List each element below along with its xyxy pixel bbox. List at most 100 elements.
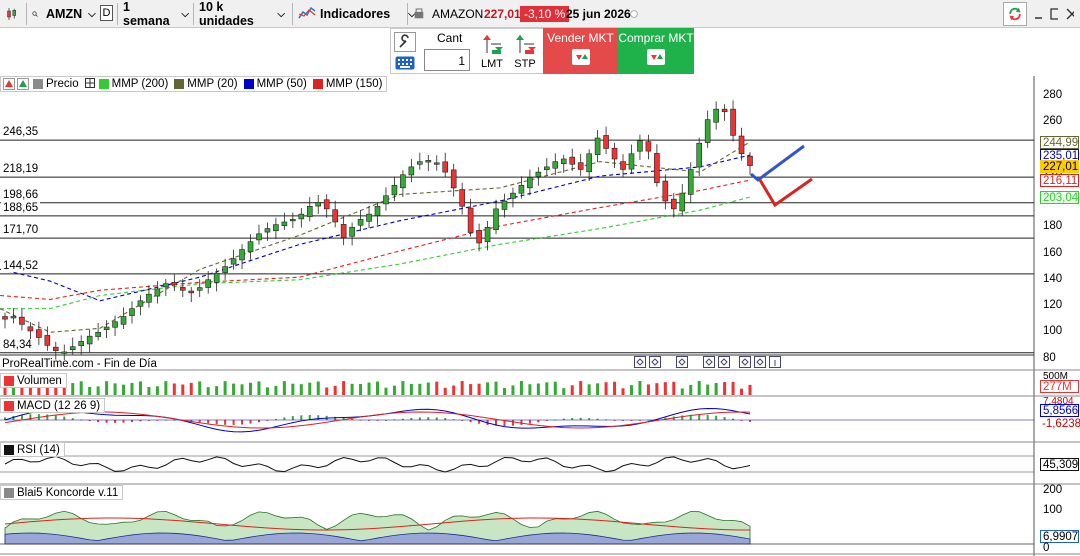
price-tag: 244,99	[1040, 135, 1079, 149]
volume-bar	[680, 388, 684, 395]
candle-body	[137, 300, 144, 307]
panel-icon[interactable]	[676, 356, 688, 371]
candle-body	[637, 140, 643, 152]
units-selector[interactable]: 10 k unidades ⌵	[195, 0, 289, 28]
koncorde-tick-100: 100	[1043, 504, 1063, 516]
indicators-button[interactable]: Indicadores ⌵	[294, 3, 416, 25]
close-icon[interactable]	[1062, 3, 1078, 25]
mmp20-swatch	[174, 79, 185, 89]
sell-market-button[interactable]: Vender MKT	[543, 28, 618, 74]
candle-body	[374, 205, 381, 216]
candle-body	[61, 351, 68, 354]
volume-bar	[740, 388, 744, 395]
candle-body	[213, 272, 220, 283]
lmt-order-button[interactable]: LMT	[479, 33, 507, 73]
alert-icon[interactable]	[410, 3, 428, 25]
level-label: 84,34	[1, 338, 34, 351]
settings-icon[interactable]	[17, 78, 29, 90]
candlestick-type-icon[interactable]	[2, 3, 22, 25]
koncorde-swatch	[4, 487, 14, 498]
candle-body	[425, 160, 432, 163]
timeframe-selector[interactable]: 1 semana ⌵	[119, 0, 193, 28]
buy-icon	[647, 49, 665, 65]
macd-histogram-bar	[418, 417, 421, 420]
candle-body	[510, 192, 516, 199]
keyboard-icon[interactable]	[394, 54, 416, 71]
instrument-name: AMAZON	[432, 7, 484, 21]
symbol-selector[interactable]: AMZN ⌵	[42, 3, 97, 25]
volume-bar	[689, 385, 693, 395]
lmt-label: LMT	[481, 58, 503, 70]
macd-histogram-bar	[571, 417, 574, 420]
candle-body	[552, 161, 559, 169]
refresh-icon[interactable]	[1003, 2, 1027, 26]
koncorde-tick-0: 0	[1043, 542, 1050, 554]
candle-body	[459, 189, 465, 207]
buy-market-button[interactable]: Comprar MKT	[618, 28, 694, 74]
macd-label: MACD (12 26 9)	[17, 399, 101, 412]
candle-body	[654, 153, 660, 183]
panel-toolbar	[634, 356, 781, 371]
volume-bar	[79, 381, 83, 395]
volume-bar	[249, 382, 253, 395]
panel-icon[interactable]	[649, 356, 661, 371]
grid-icon[interactable]	[84, 77, 95, 91]
candle-body	[493, 208, 499, 231]
volume-bar	[223, 381, 227, 395]
forecast-arrows	[750, 144, 813, 208]
mmp200-swatch	[98, 79, 109, 89]
radio-toggle[interactable]	[626, 3, 642, 25]
macd-histogram-bar	[232, 420, 235, 425]
mmp150-swatch	[312, 79, 323, 89]
search-icon[interactable]	[28, 3, 42, 25]
mmp50-label: MMP (50)	[256, 78, 307, 90]
lmt-icon	[483, 35, 503, 54]
y-axis-tick: 280	[1043, 89, 1063, 101]
koncorde-tick-200: 200	[1043, 484, 1063, 496]
volume-bar	[460, 381, 464, 395]
panel-icon[interactable]	[754, 356, 766, 371]
order-settings-icon[interactable]	[394, 32, 416, 52]
panel-icon[interactable]	[739, 356, 751, 371]
candle-body	[349, 226, 355, 237]
volume-bar	[113, 383, 117, 395]
candle-body	[738, 135, 745, 155]
symbol-label: AMZN	[46, 7, 83, 21]
volume-bar	[545, 382, 549, 395]
candle-body	[611, 147, 618, 160]
daily-toggle-button[interactable]: D	[100, 5, 113, 21]
volume-bar	[435, 381, 439, 395]
volume-bar	[672, 381, 676, 395]
macd-histogram-bar	[435, 417, 438, 420]
volume-bar	[553, 381, 557, 395]
price-chart[interactable]	[0, 76, 1080, 556]
minimize-icon[interactable]	[1030, 3, 1046, 25]
candle-body	[171, 281, 178, 286]
candle-body	[146, 293, 152, 303]
panel-icon[interactable]	[634, 356, 646, 371]
candle-body	[2, 316, 8, 320]
volume-bar	[291, 383, 295, 395]
sma150-line	[0, 179, 751, 300]
macd-histogram-bar	[215, 420, 218, 425]
maximize-icon[interactable]	[1046, 3, 1062, 25]
stp-order-button[interactable]: STP	[512, 33, 540, 73]
price-tag: 216,11	[1040, 173, 1079, 187]
delete-icon[interactable]	[3, 78, 15, 90]
panel-icon[interactable]	[703, 356, 715, 371]
macd-histogram-bar	[20, 414, 23, 420]
chevron-down-icon: ⌵	[277, 8, 285, 20]
quantity-input[interactable]: 1	[424, 49, 470, 71]
candle-body	[442, 161, 449, 173]
price-label: Precio	[46, 78, 79, 90]
volume-bar	[570, 385, 574, 395]
info-icon[interactable]	[769, 356, 781, 371]
rsi-last-tag: 45,309	[1040, 458, 1079, 471]
y-axis-tick: 80	[1043, 351, 1056, 364]
koncorde-label: Blai5 Koncorde v.11	[17, 486, 119, 499]
candle-body	[730, 108, 736, 136]
volume-bar	[105, 381, 109, 395]
volume-bar	[418, 383, 422, 395]
volume-bar	[147, 387, 151, 395]
panel-icon[interactable]	[718, 356, 730, 371]
